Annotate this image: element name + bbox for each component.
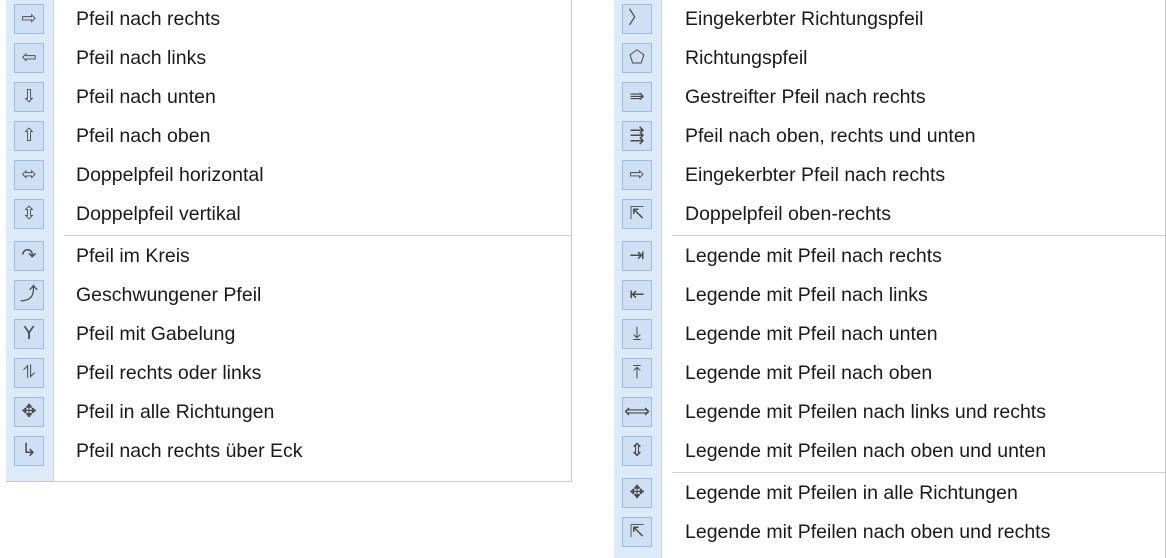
- menu-item-callout-left-arrow[interactable]: ⇤ Legende mit Pfeil nach links: [614, 276, 1165, 315]
- four-way-arrow-icon: ✥: [14, 397, 44, 427]
- menu-item-label: Pfeil nach oben, rechts und unten: [685, 125, 976, 147]
- corner-right-arrow-icon: ↳: [14, 436, 44, 466]
- menu-item-up-right-double-arrow[interactable]: ⇱ Doppelpfeil oben-rechts: [614, 195, 1165, 234]
- menu-item-label: Gestreifter Pfeil nach rechts: [685, 86, 926, 108]
- menu-item-up-arrow[interactable]: ⇧ Pfeil nach oben: [6, 117, 571, 156]
- menu-item-chevron[interactable]: 〉 Eingekerbter Richtungspfeil: [614, 0, 1165, 39]
- menu-item-label: Legende mit Pfeilen nach links und recht…: [685, 401, 1046, 423]
- menu-item-label: Doppelpfeil vertikal: [76, 203, 241, 225]
- callout-right-arrow-icon: ⇥: [622, 241, 652, 271]
- right-or-left-arrow-icon: ⥮: [14, 358, 44, 388]
- menu-item-callout-down-arrow[interactable]: ⤓ Legende mit Pfeil nach unten: [614, 315, 1165, 354]
- menu-item-corner-right-arrow[interactable]: ↳ Pfeil nach rechts über Eck: [6, 432, 571, 471]
- menu-item-callout-up-down-arrows[interactable]: ⇕ Legende mit Pfeilen nach oben und unte…: [614, 432, 1165, 471]
- chevron-icon: 〉: [622, 4, 652, 34]
- left-right-arrow-icon: ⬄: [14, 160, 44, 190]
- menu-item-label: Pfeil mit Gabelung: [76, 323, 236, 345]
- menu-item-split-arrow[interactable]: Y Pfeil mit Gabelung: [6, 315, 571, 354]
- curved-arrow-icon: ⤴: [14, 280, 44, 310]
- menu-item-label: Legende mit Pfeilen in alle Richtungen: [685, 482, 1018, 504]
- menu-item-notched-right-arrow[interactable]: ⇨ Eingekerbter Pfeil nach rechts: [614, 156, 1165, 195]
- down-arrow-icon: ⇩: [14, 82, 44, 112]
- menu-item-callout-four-way-arrows[interactable]: ✥ Legende mit Pfeilen in alle Richtungen: [614, 474, 1165, 513]
- callout-left-arrow-icon: ⇤: [622, 280, 652, 310]
- notched-right-arrow-icon: ⇨: [622, 160, 652, 190]
- menu-item-label: Pfeil nach rechts: [76, 8, 221, 30]
- callout-up-right-arrows-icon: ⇱: [622, 517, 652, 547]
- menu-item-up-right-down-arrow[interactable]: ⇶ Pfeil nach oben, rechts und unten: [614, 117, 1165, 156]
- menu-item-label: Doppelpfeil oben-rechts: [685, 203, 891, 225]
- menu-item-label: Legende mit Pfeil nach links: [685, 284, 928, 306]
- menu-item-four-way-arrow[interactable]: ✥ Pfeil in alle Richtungen: [6, 393, 571, 432]
- menu-item-label: Doppelpfeil horizontal: [76, 164, 264, 186]
- menu-item-label: Eingekerbter Richtungspfeil: [685, 8, 924, 30]
- menu-item-label: Pfeil in alle Richtungen: [76, 401, 275, 423]
- right-arrow-menu: 〉 Eingekerbter Richtungspfeil ⬠ Richtung…: [614, 0, 1166, 558]
- menu-item-label: Pfeil nach unten: [76, 86, 216, 108]
- callout-down-arrow-icon: ⤓: [622, 319, 652, 349]
- menu-item-double-arrow-horizontal[interactable]: ⬄ Doppelpfeil horizontal: [6, 156, 571, 195]
- menu-item-double-arrow-vertical[interactable]: ⇳ Doppelpfeil vertikal: [6, 195, 571, 234]
- menu-item-callout-left-right-arrows[interactable]: ⟺ Legende mit Pfeilen nach links und rec…: [614, 393, 1165, 432]
- pentagon-icon: ⬠: [622, 43, 652, 73]
- menu-item-curved-arrow[interactable]: ⤴ Geschwungener Pfeil: [6, 276, 571, 315]
- left-arrow-icon: ⇦: [14, 43, 44, 73]
- callout-up-down-arrows-icon: ⇕: [622, 436, 652, 466]
- menu-item-right-arrow[interactable]: ⇨ Pfeil nach rechts: [6, 0, 571, 39]
- menu-item-right-or-left-arrow[interactable]: ⥮ Pfeil rechts oder links: [6, 354, 571, 393]
- menu-item-pentagon[interactable]: ⬠ Richtungspfeil: [614, 39, 1165, 78]
- callout-up-arrow-icon: ⤒: [622, 358, 652, 388]
- menu-item-down-arrow[interactable]: ⇩ Pfeil nach unten: [6, 78, 571, 117]
- menu-item-label: Legende mit Pfeil nach unten: [685, 323, 938, 345]
- menu-item-label: Legende mit Pfeil nach oben: [685, 362, 933, 384]
- menu-item-label: Pfeil rechts oder links: [76, 362, 262, 384]
- up-right-double-arrow-icon: ⇱: [622, 199, 652, 229]
- left-arrow-menu: ⇨ Pfeil nach rechts ⇦ Pfeil nach links ⇩…: [6, 0, 572, 482]
- menu-item-label: Geschwungener Pfeil: [76, 284, 262, 306]
- menu-item-striped-right-arrow[interactable]: ⇛ Gestreifter Pfeil nach rechts: [614, 78, 1165, 117]
- menu-item-label: Pfeil nach rechts über Eck: [76, 440, 303, 462]
- striped-right-arrow-icon: ⇛: [622, 82, 652, 112]
- menu-item-left-arrow[interactable]: ⇦ Pfeil nach links: [6, 39, 571, 78]
- menu-item-callout-up-right-arrows[interactable]: ⇱ Legende mit Pfeilen nach oben und rech…: [614, 513, 1165, 552]
- up-right-down-arrow-icon: ⇶: [622, 121, 652, 151]
- menu-item-callout-right-arrow[interactable]: ⇥ Legende mit Pfeil nach rechts: [614, 237, 1165, 276]
- callout-left-right-arrows-icon: ⟺: [622, 397, 652, 427]
- menu-item-label: Legende mit Pfeilen nach oben und unten: [685, 440, 1047, 462]
- menu-item-label: Richtungspfeil: [685, 47, 808, 69]
- menu-item-label: Pfeil nach oben: [76, 125, 211, 147]
- menu-item-label: Eingekerbter Pfeil nach rechts: [685, 164, 946, 186]
- callout-four-way-arrows-icon: ✥: [622, 478, 652, 508]
- right-arrow-icon: ⇨: [14, 4, 44, 34]
- split-arrow-icon: Y: [14, 319, 44, 349]
- menu-item-callout-up-arrow[interactable]: ⤒ Legende mit Pfeil nach oben: [614, 354, 1165, 393]
- menu-item-label: Legende mit Pfeilen nach oben und rechts: [685, 521, 1051, 543]
- up-arrow-icon: ⇧: [14, 121, 44, 151]
- menu-item-label: Pfeil nach links: [76, 47, 207, 69]
- menu-item-label: Pfeil im Kreis: [76, 245, 190, 267]
- up-down-arrow-icon: ⇳: [14, 199, 44, 229]
- menu-item-label: Legende mit Pfeil nach rechts: [685, 245, 942, 267]
- circular-arrow-icon: ↷: [14, 241, 44, 271]
- menu-item-circular-arrow[interactable]: ↷ Pfeil im Kreis: [6, 237, 571, 276]
